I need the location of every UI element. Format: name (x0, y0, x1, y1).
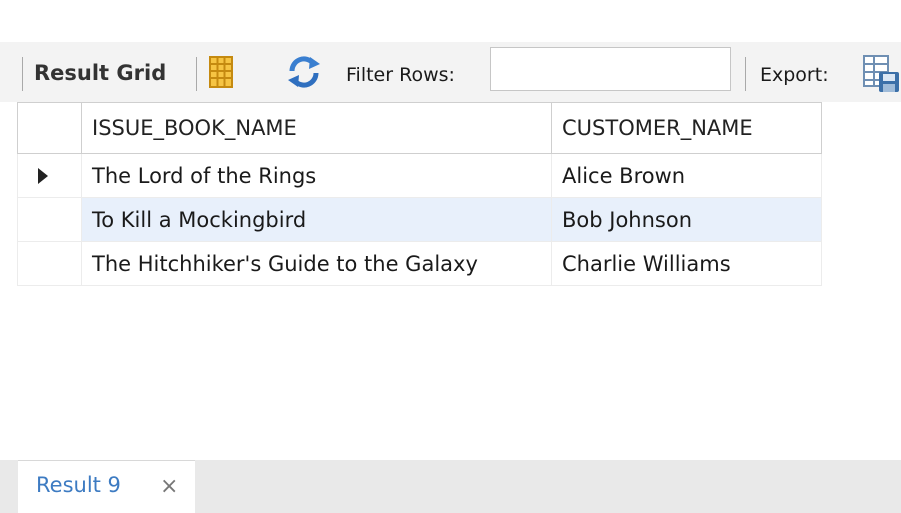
result-grid-button[interactable]: Result Grid (34, 60, 166, 86)
filter-rows-input[interactable] (490, 47, 731, 91)
table-row[interactable]: The Lord of the Rings Alice Brown (17, 153, 822, 198)
current-row-arrow-icon (38, 167, 48, 184)
export-icon[interactable] (862, 52, 901, 94)
result-tab[interactable]: Result 9 × (18, 460, 195, 513)
cell-customer-name[interactable]: Bob Johnson (551, 197, 822, 242)
grid-header-row: ISSUE_BOOK_NAME CUSTOMER_NAME (17, 102, 822, 154)
toolbar-separator (745, 57, 746, 91)
grid-layout-icon[interactable] (206, 54, 236, 90)
result-tab-label: Result 9 (36, 473, 121, 497)
result-grid: ISSUE_BOOK_NAME CUSTOMER_NAME The Lord o… (17, 102, 822, 286)
column-header-customer-name[interactable]: CUSTOMER_NAME (551, 102, 822, 154)
row-header[interactable] (17, 153, 82, 198)
row-header[interactable] (17, 241, 82, 286)
column-header-issue-book-name[interactable]: ISSUE_BOOK_NAME (81, 102, 552, 154)
table-row[interactable]: The Hitchhiker's Guide to the Galaxy Cha… (17, 241, 822, 286)
cell-customer-name[interactable]: Alice Brown (551, 153, 822, 198)
cell-issue-book-name[interactable]: To Kill a Mockingbird (81, 197, 552, 242)
toolbar-separator (22, 57, 23, 91)
cell-issue-book-name[interactable]: The Lord of the Rings (81, 153, 552, 198)
cell-customer-name[interactable]: Charlie Williams (551, 241, 822, 286)
refresh-icon[interactable] (284, 54, 324, 90)
top-strip (0, 0, 901, 42)
close-icon[interactable]: × (160, 474, 178, 499)
row-header-corner (17, 102, 82, 154)
toolbar-separator (196, 57, 197, 91)
row-header[interactable] (17, 197, 82, 242)
table-row[interactable]: To Kill a Mockingbird Bob Johnson (17, 197, 822, 242)
filter-rows-label: Filter Rows: (346, 64, 455, 86)
export-label: Export: (760, 64, 829, 86)
cell-issue-book-name[interactable]: The Hitchhiker's Guide to the Galaxy (81, 241, 552, 286)
